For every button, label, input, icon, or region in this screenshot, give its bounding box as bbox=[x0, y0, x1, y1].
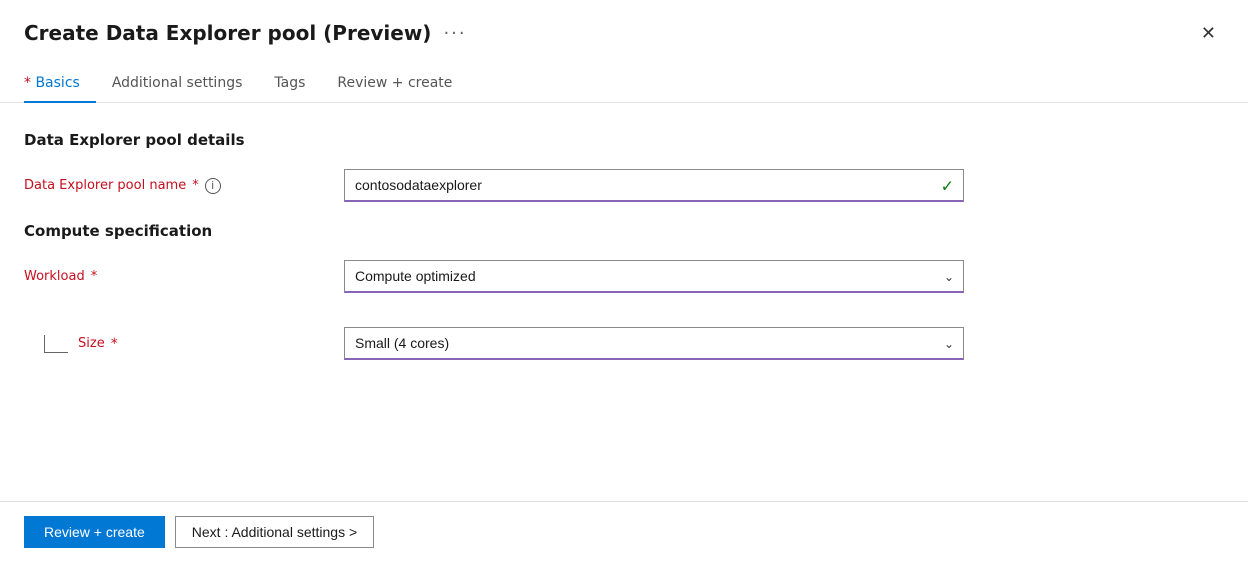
pool-name-required-star: * bbox=[192, 178, 199, 193]
pool-details-section: Data Explorer pool details Data Explorer… bbox=[24, 131, 1224, 202]
size-label: Size bbox=[78, 336, 105, 351]
title-area: Create Data Explorer pool (Preview) ··· bbox=[24, 21, 467, 45]
pool-name-info-icon[interactable]: i bbox=[205, 178, 221, 194]
dialog-header: Create Data Explorer pool (Preview) ··· … bbox=[0, 0, 1248, 46]
workload-select-wrapper: Compute optimized Storage optimized ⌄ bbox=[344, 260, 964, 293]
pool-name-input[interactable] bbox=[344, 169, 964, 202]
pool-name-label-area: Data Explorer pool name * i bbox=[24, 178, 344, 194]
create-dialog: Create Data Explorer pool (Preview) ··· … bbox=[0, 0, 1248, 562]
pool-name-valid-icon: ✓ bbox=[941, 176, 954, 195]
tab-basics[interactable]: * Basics bbox=[24, 67, 96, 103]
workload-label: Workload bbox=[24, 269, 85, 284]
connector-line bbox=[44, 335, 68, 353]
next-additional-settings-button[interactable]: Next : Additional settings > bbox=[175, 516, 374, 548]
workload-select[interactable]: Compute optimized Storage optimized bbox=[344, 260, 964, 293]
tab-review-create[interactable]: Review + create bbox=[321, 67, 468, 103]
tab-basics-required-star: * bbox=[24, 75, 35, 91]
size-required-star: * bbox=[111, 336, 118, 352]
tab-review-create-label: Review + create bbox=[337, 75, 452, 91]
dialog-body: Data Explorer pool details Data Explorer… bbox=[0, 103, 1248, 501]
workload-control-wrapper: Compute optimized Storage optimized ⌄ bbox=[344, 260, 964, 293]
pool-details-title: Data Explorer pool details bbox=[24, 131, 1224, 149]
size-row: Size * Extra Small (2 cores) Small (4 co… bbox=[24, 327, 1224, 360]
workload-row: Workload * Compute optimized Storage opt… bbox=[24, 260, 1224, 293]
size-select[interactable]: Extra Small (2 cores) Small (4 cores) Me… bbox=[344, 327, 964, 360]
tab-additional-settings-label: Additional settings bbox=[112, 75, 243, 91]
close-button[interactable]: ✕ bbox=[1193, 20, 1224, 46]
compute-spec-title: Compute specification bbox=[24, 222, 1224, 240]
more-options-icon[interactable]: ··· bbox=[443, 23, 466, 44]
size-label-area: Size * bbox=[24, 335, 344, 353]
size-select-wrapper: Extra Small (2 cores) Small (4 cores) Me… bbox=[344, 327, 964, 360]
workload-size-group: Workload * Compute optimized Storage opt… bbox=[24, 260, 1224, 360]
compute-spec-section: Compute specification Workload * Compute… bbox=[24, 222, 1224, 360]
size-connector: Size * bbox=[44, 335, 118, 353]
pool-name-control-wrapper: ✓ bbox=[344, 169, 964, 202]
workload-label-area: Workload * bbox=[24, 269, 344, 284]
tab-tags-label: Tags bbox=[274, 75, 305, 91]
tabs-container: * Basics Additional settings Tags Review… bbox=[0, 46, 1248, 103]
workload-required-star: * bbox=[91, 269, 98, 284]
size-control-wrapper: Extra Small (2 cores) Small (4 cores) Me… bbox=[344, 327, 964, 360]
pool-name-label: Data Explorer pool name bbox=[24, 178, 186, 193]
tab-basics-label: Basics bbox=[35, 75, 79, 91]
review-create-button[interactable]: Review + create bbox=[24, 516, 165, 548]
pool-name-row: Data Explorer pool name * i ✓ bbox=[24, 169, 1224, 202]
dialog-footer: Review + create Next : Additional settin… bbox=[0, 501, 1248, 562]
pool-name-input-container: ✓ bbox=[344, 169, 964, 202]
dialog-title: Create Data Explorer pool (Preview) bbox=[24, 21, 431, 45]
tab-tags[interactable]: Tags bbox=[258, 67, 321, 103]
tab-additional-settings[interactable]: Additional settings bbox=[96, 67, 259, 103]
